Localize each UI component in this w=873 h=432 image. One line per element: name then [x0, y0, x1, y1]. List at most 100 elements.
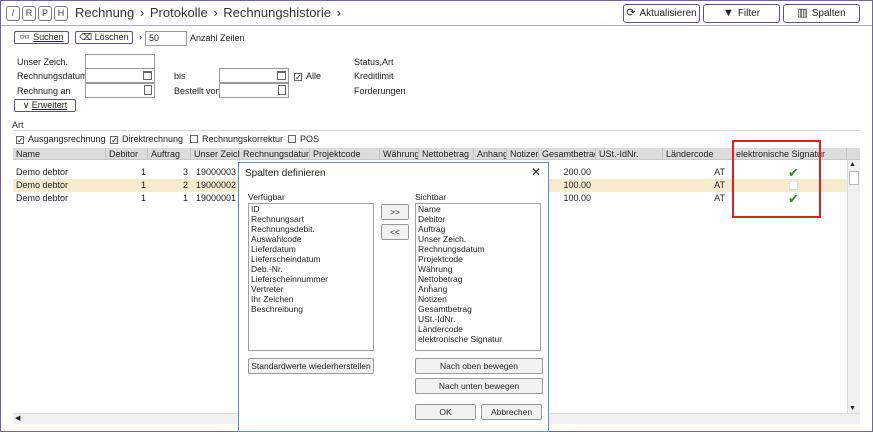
art-option-direktrechnung[interactable]: ✓ Direktrechnung — [110, 134, 184, 145]
list-item[interactable]: Nettobetrag — [416, 274, 540, 284]
checkbox-checked-icon: ✓ — [294, 73, 302, 82]
shortcut-button-r[interactable]: R — [22, 6, 36, 21]
column-header-waehrung[interactable]: Währung — [380, 148, 419, 160]
list-item[interactable]: Gesamtbetrag — [416, 304, 540, 314]
art-title: Art — [12, 120, 24, 130]
refresh-button[interactable]: ⟳ Aktualisieren — [623, 4, 700, 23]
list-item[interactable]: Ländercode — [416, 324, 540, 334]
column-header-rechnungsdatum[interactable]: Rechnungsdatum — [240, 148, 310, 160]
to-label: bis — [174, 71, 186, 81]
calendar-icon[interactable] — [277, 71, 286, 80]
clear-button[interactable]: ⌫ Löschen — [75, 31, 133, 44]
list-item[interactable]: Lieferdatum — [249, 244, 373, 254]
list-item[interactable]: Deb.-Nr. — [249, 264, 373, 274]
cell-laendercode: AT — [714, 193, 725, 203]
scroll-left-icon[interactable]: ◀ — [15, 414, 20, 422]
column-header-projektcode[interactable]: Projektcode — [310, 148, 380, 160]
all-checkbox[interactable]: ✓ Alle — [294, 71, 321, 82]
move-down-button[interactable]: Nach unten bewegen — [415, 378, 543, 394]
cell-unser-zeich: 19000001 — [196, 193, 237, 203]
scroll-thumb[interactable] — [849, 171, 859, 185]
list-item[interactable]: Rechnungsart — [249, 214, 373, 224]
list-item[interactable]: Lieferscheindatum — [249, 254, 373, 264]
breadcrumb-rechnungshistorie[interactable]: Rechnungshistorie — [223, 5, 331, 20]
search-button[interactable]: 👓 Suchen — [14, 31, 69, 44]
column-header-debitor[interactable]: Debitor — [106, 148, 148, 160]
columns-button[interactable]: ▥ Spalten — [783, 4, 860, 23]
ordered-by-input[interactable] — [219, 83, 289, 98]
visible-label: Sichtbar — [415, 192, 447, 202]
list-item[interactable]: Unser Zeich. — [416, 234, 540, 244]
list-item[interactable]: Lieferscheinnummer — [249, 274, 373, 284]
available-list[interactable]: ID Rechnungsart Rechnungsdebit. Auswahlc… — [248, 203, 374, 351]
art-option-pos[interactable]: POS — [288, 134, 319, 144]
list-item[interactable]: Notizen — [416, 294, 540, 304]
column-header-anhang[interactable]: Anhang — [474, 148, 507, 160]
vertical-scrollbar[interactable]: ▲ ▼ — [847, 160, 860, 413]
list-item[interactable]: Debitor — [416, 214, 540, 224]
scroll-down-icon[interactable]: ▼ — [849, 405, 856, 412]
calendar-icon[interactable] — [143, 71, 152, 80]
restore-defaults-button[interactable]: Standardwerte wiederherstellen — [248, 358, 374, 374]
breadcrumb-rechnung[interactable]: Rechnung — [75, 5, 134, 20]
lookup-icon[interactable] — [278, 85, 286, 95]
column-header-ust-idnr[interactable]: USt.-IdNr. — [596, 148, 663, 160]
list-item[interactable]: elektronische Signatur — [416, 334, 540, 344]
art-option-label: Rechnungskorrektur — [202, 134, 284, 144]
close-icon[interactable]: ✕ — [531, 165, 541, 179]
art-option-ausgangsrechnung[interactable]: ✓ Ausgangsrechnung — [16, 134, 106, 145]
shortcut-button-p[interactable]: P — [38, 6, 52, 21]
shortcut-button-h[interactable]: H — [54, 6, 68, 21]
column-header-auftrag[interactable]: Auftrag — [148, 148, 191, 160]
list-item[interactable]: Rechnungsdatum — [416, 244, 540, 254]
date-from-input[interactable] — [85, 68, 155, 83]
status-label: Status,Art — [354, 57, 394, 67]
list-item[interactable]: Währung — [416, 264, 540, 274]
list-item[interactable]: Ihr Zeichen — [249, 294, 373, 304]
user-label: Unser Zeich. — [17, 57, 69, 67]
breadcrumb-protokolle[interactable]: Protokolle — [150, 5, 208, 20]
list-item[interactable]: Rechnungsdebit. — [249, 224, 373, 234]
filter-button[interactable]: ▼ Filter — [703, 4, 780, 23]
column-header-nettobetrag[interactable]: Nettobetrag — [419, 148, 474, 160]
rows-input[interactable]: 50 — [145, 31, 187, 46]
user-input[interactable] — [85, 54, 155, 69]
credit-label: Kreditlimit — [354, 71, 394, 81]
column-header-notizen[interactable]: Notizen — [507, 148, 539, 160]
add-column-button[interactable]: >> — [381, 204, 409, 220]
cell-name: Demo debtor — [16, 180, 69, 190]
ok-button[interactable]: OK — [415, 404, 476, 420]
chevron-down-icon: ∨ — [22, 100, 30, 110]
cell-unser-zeich: 19000003 — [196, 167, 237, 177]
column-header-gesamtbetrag[interactable]: Gesamtbetrag — [539, 148, 596, 160]
binoculars-icon: 👓 — [19, 32, 31, 42]
list-item[interactable]: Beschreibung — [249, 304, 373, 314]
date-to-input[interactable] — [219, 68, 289, 83]
list-item[interactable]: Name — [416, 204, 540, 214]
scroll-up-icon[interactable]: ▲ — [849, 161, 856, 168]
visible-list[interactable]: Name Debitor Auftrag Unser Zeich. Rechnu… — [415, 203, 541, 351]
list-item[interactable]: Projektcode — [416, 254, 540, 264]
extended-button[interactable]: ∨ Erweitert — [14, 99, 76, 112]
list-item[interactable]: Auftrag — [416, 224, 540, 234]
invoice-to-input[interactable] — [85, 83, 155, 98]
art-option-label: Direktrechnung — [122, 134, 184, 144]
column-header-unser-zeich[interactable]: Unser Zeich. — [191, 148, 240, 160]
lookup-icon[interactable] — [144, 85, 152, 95]
list-item[interactable]: Vertreter — [249, 284, 373, 294]
list-item[interactable]: Anhang — [416, 284, 540, 294]
column-header-laendercode[interactable]: Ländercode — [663, 148, 733, 160]
chevron-right-icon: › — [336, 5, 341, 20]
list-item[interactable]: ID — [249, 204, 373, 214]
remove-column-button[interactable]: << — [381, 224, 409, 240]
column-header-name[interactable]: Name — [13, 148, 106, 160]
list-item[interactable]: USt.-IdNr. — [416, 314, 540, 324]
list-item[interactable]: Auswahlcode — [249, 234, 373, 244]
art-option-rechnungskorrektur[interactable]: Rechnungskorrektur — [190, 134, 283, 144]
cancel-button[interactable]: Abbrechen — [481, 404, 542, 420]
move-up-button[interactable]: Nach oben bewegen — [415, 358, 543, 374]
art-option-label: POS — [300, 134, 320, 144]
extended-label: Erweitert — [31, 100, 68, 110]
refresh-label: Aktualisieren — [639, 8, 697, 19]
shortcut-button-slash[interactable]: / — [6, 6, 20, 21]
